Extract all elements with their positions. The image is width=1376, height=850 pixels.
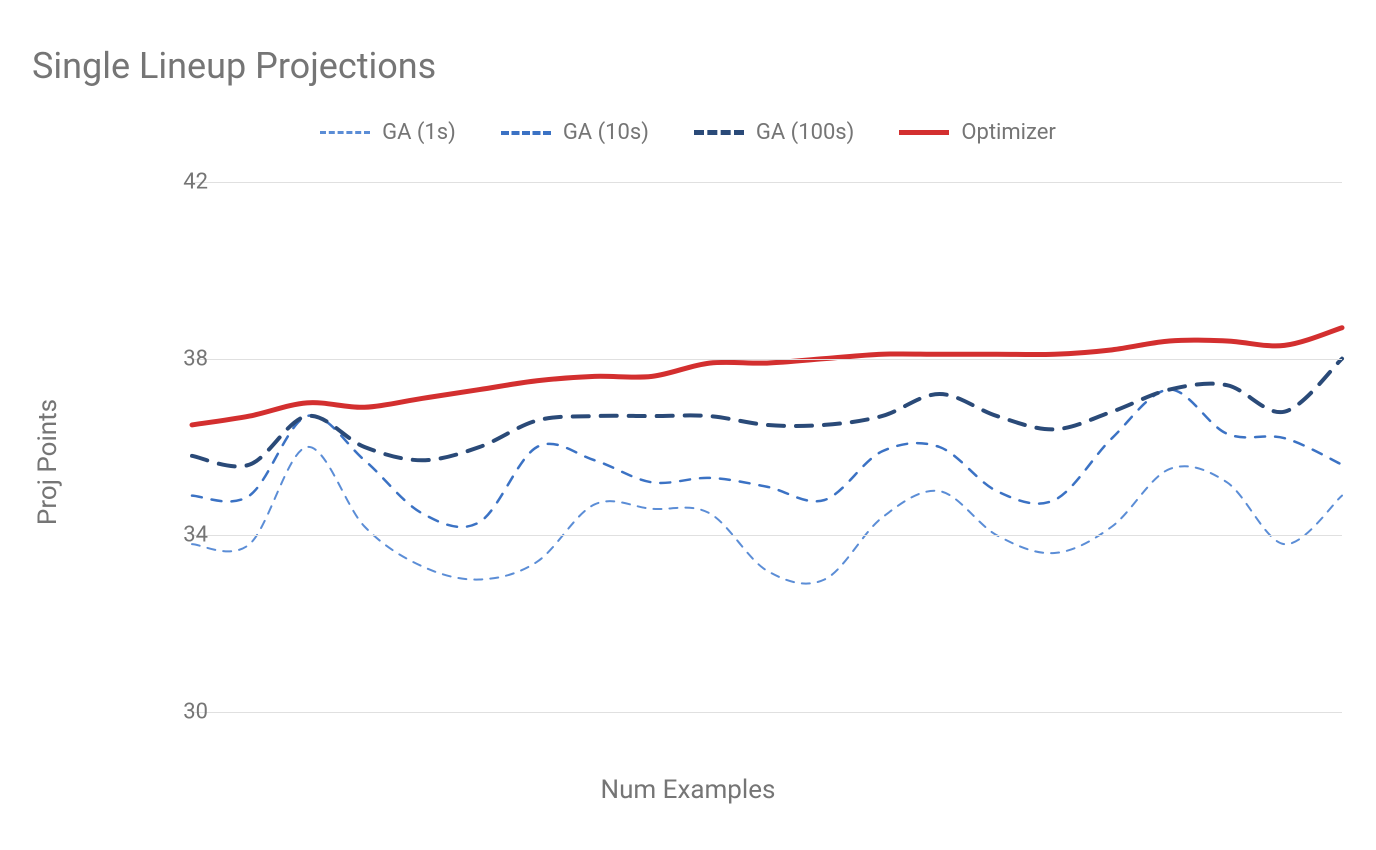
legend-swatch: [694, 130, 744, 135]
legend-item: GA (100s): [694, 120, 854, 145]
legend-swatch: [899, 130, 949, 135]
series-line: [192, 447, 1342, 584]
chart-title: Single Lineup Projections: [32, 45, 436, 87]
y-axis-label: Proj Points: [33, 362, 63, 562]
y-tick-label: 30: [158, 700, 208, 725]
y-tick-label: 38: [158, 346, 208, 371]
chart-lines-svg: [192, 182, 1342, 712]
plot-area: [192, 182, 1342, 712]
legend-item: Optimizer: [899, 120, 1056, 145]
legend-swatch: [320, 131, 370, 134]
legend-label: GA (1s): [382, 120, 456, 145]
x-axis-label: Num Examples: [0, 775, 1376, 805]
gridline: [192, 535, 1342, 536]
y-tick-label: 34: [158, 523, 208, 548]
gridline: [192, 359, 1342, 360]
series-line: [192, 328, 1342, 425]
legend-swatch: [501, 131, 551, 135]
y-tick-label: 42: [158, 170, 208, 195]
legend-item: GA (1s): [320, 120, 456, 145]
gridline: [192, 182, 1342, 183]
legend-label: GA (100s): [756, 120, 854, 145]
gridline: [192, 712, 1342, 713]
series-line: [192, 390, 1342, 527]
legend: GA (1s) GA (10s) GA (100s) Optimizer: [0, 120, 1376, 145]
series-line: [192, 359, 1342, 467]
legend-item: GA (10s): [501, 120, 649, 145]
legend-label: Optimizer: [961, 120, 1056, 145]
chart-container: Single Lineup Projections GA (1s) GA (10s…: [0, 0, 1376, 850]
legend-label: GA (10s): [563, 120, 649, 145]
